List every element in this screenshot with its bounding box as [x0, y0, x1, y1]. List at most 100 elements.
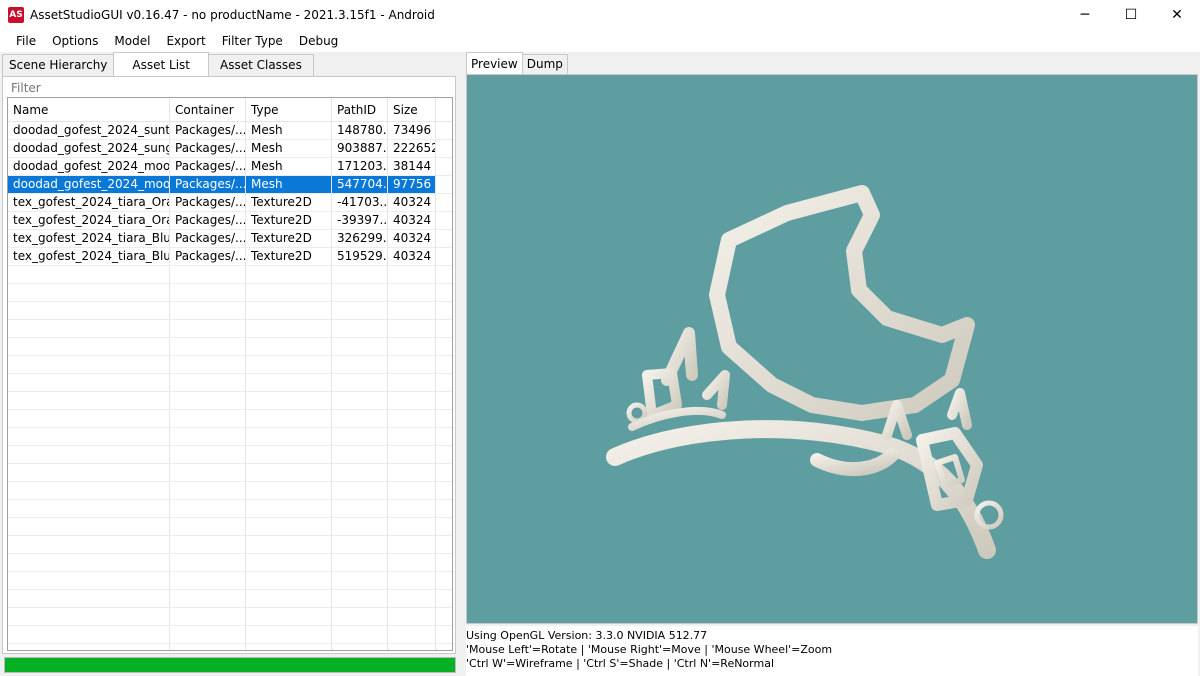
status-panel: Using OpenGL Version: 3.3.0 NVIDIA 512.7…: [466, 626, 1198, 676]
empty-cell: [332, 320, 388, 337]
empty-row: [8, 338, 452, 356]
empty-cell: [332, 428, 388, 445]
empty-row: [8, 302, 452, 320]
empty-cell: [246, 338, 332, 355]
table-row[interactable]: tex_gofest_2024_tiara_Blue_ColPackages/.…: [8, 230, 452, 248]
column-header-container[interactable]: Container: [170, 98, 246, 121]
empty-cell: [246, 392, 332, 409]
cell-type: Mesh: [246, 122, 332, 139]
title-bar: AS AssetStudioGUI v0.16.47 - no productN…: [0, 0, 1200, 30]
maximize-button[interactable]: ☐: [1108, 0, 1154, 30]
cell-pathid: -39397...: [332, 212, 388, 229]
tab-asset-list[interactable]: Asset List: [113, 52, 209, 76]
cell-type: Mesh: [246, 158, 332, 175]
tab-preview[interactable]: Preview: [466, 52, 523, 74]
filter-input[interactable]: [5, 79, 453, 97]
minimize-button[interactable]: ─: [1062, 0, 1108, 30]
empty-row: [8, 536, 452, 554]
empty-cell: [170, 536, 246, 553]
empty-row: [8, 446, 452, 464]
empty-cell: [170, 590, 246, 607]
empty-cell: [436, 608, 452, 625]
empty-cell: [332, 374, 388, 391]
table-row[interactable]: doodad_gofest_2024_sunton...Packages/...…: [8, 122, 452, 140]
menu-debug[interactable]: Debug: [291, 30, 346, 52]
menu-model[interactable]: Model: [106, 30, 158, 52]
menu-export[interactable]: Export: [158, 30, 213, 52]
empty-cell: [170, 464, 246, 481]
cell-container: Packages/...: [170, 230, 246, 247]
empty-cell: [8, 608, 170, 625]
empty-cell: [246, 590, 332, 607]
column-header-name[interactable]: Name: [8, 98, 170, 121]
table-row[interactable]: doodad_gofest_2024_moonp...Packages/...M…: [8, 176, 452, 194]
cell-spacer: [436, 122, 452, 139]
empty-cell: [388, 536, 436, 553]
empty-cell: [8, 338, 170, 355]
empty-cell: [332, 572, 388, 589]
empty-cell: [246, 626, 332, 643]
cell-name: doodad_gofest_2024_sungol...: [8, 140, 170, 157]
menu-file[interactable]: File: [8, 30, 44, 52]
cell-container: Packages/...: [170, 122, 246, 139]
empty-cell: [436, 626, 452, 643]
empty-cell: [388, 428, 436, 445]
tab-scene-hierarchy[interactable]: Scene Hierarchy: [2, 54, 115, 76]
empty-cell: [332, 608, 388, 625]
close-button[interactable]: ✕: [1154, 0, 1200, 30]
empty-cell: [170, 338, 246, 355]
asset-listview[interactable]: Name Container Type PathID Size doodad_g…: [7, 97, 453, 651]
menu-options[interactable]: Options: [44, 30, 106, 52]
empty-cell: [170, 302, 246, 319]
table-row[interactable]: doodad_gofest_2024_moons...Packages/...M…: [8, 158, 452, 176]
empty-cell: [332, 644, 388, 650]
empty-cell: [332, 500, 388, 517]
empty-cell: [246, 446, 332, 463]
empty-cell: [246, 410, 332, 427]
empty-row: [8, 320, 452, 338]
empty-cell: [8, 356, 170, 373]
empty-cell: [388, 392, 436, 409]
model-preview-viewport[interactable]: [466, 74, 1198, 624]
empty-cell: [388, 482, 436, 499]
cell-size: 40324: [388, 230, 436, 247]
table-row[interactable]: tex_gofest_2024_tiara_Blue_E...Packages/…: [8, 248, 452, 266]
cell-container: Packages/...: [170, 176, 246, 193]
tab-dump[interactable]: Dump: [521, 54, 568, 74]
empty-cell: [436, 536, 452, 553]
cell-type: Mesh: [246, 140, 332, 157]
tab-asset-classes[interactable]: Asset Classes: [208, 54, 314, 76]
empty-cell: [246, 554, 332, 571]
column-header-pathid[interactable]: PathID: [332, 98, 388, 121]
empty-cell: [436, 392, 452, 409]
empty-cell: [170, 626, 246, 643]
empty-cell: [170, 392, 246, 409]
cell-type: Texture2D: [246, 248, 332, 265]
empty-row: [8, 428, 452, 446]
empty-cell: [332, 284, 388, 301]
table-row[interactable]: doodad_gofest_2024_sungol...Packages/...…: [8, 140, 452, 158]
progress-fill: [5, 658, 455, 672]
empty-cell: [436, 554, 452, 571]
column-header-size[interactable]: Size: [388, 98, 436, 121]
cell-name: tex_gofest_2024_tiara_Orang...: [8, 194, 170, 211]
empty-cell: [8, 518, 170, 535]
empty-cell: [436, 374, 452, 391]
empty-cell: [170, 500, 246, 517]
cell-name: tex_gofest_2024_tiara_Blue_Col: [8, 230, 170, 247]
tiara-model-render: [606, 185, 1004, 559]
empty-cell: [8, 392, 170, 409]
empty-row: [8, 572, 452, 590]
right-tab-strip: Preview Dump: [466, 52, 568, 74]
column-header-type[interactable]: Type: [246, 98, 332, 121]
empty-cell: [436, 284, 452, 301]
table-row[interactable]: tex_gofest_2024_tiara_Orang...Packages/.…: [8, 212, 452, 230]
empty-row: [8, 284, 452, 302]
status-opengl-version: Using OpenGL Version: 3.3.0 NVIDIA 512.7…: [466, 629, 708, 642]
cell-pathid: 148780...: [332, 122, 388, 139]
cell-name: tex_gofest_2024_tiara_Blue_E...: [8, 248, 170, 265]
table-row[interactable]: tex_gofest_2024_tiara_Orang...Packages/.…: [8, 194, 452, 212]
empty-cell: [388, 410, 436, 427]
menu-filter-type[interactable]: Filter Type: [214, 30, 291, 52]
empty-cell: [170, 284, 246, 301]
